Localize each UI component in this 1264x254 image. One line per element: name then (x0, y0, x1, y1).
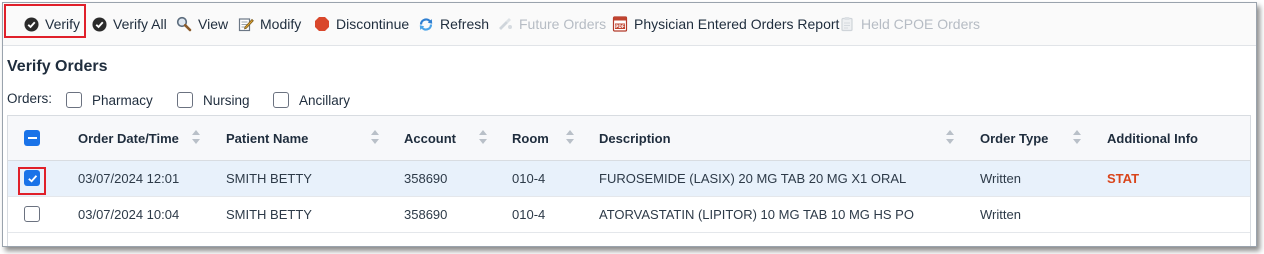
sort-icon[interactable] (192, 130, 200, 144)
table-header: Order Date/Time Patient Name Account Roo… (8, 116, 1250, 161)
sort-icon[interactable] (1073, 130, 1081, 144)
verify-all-label: Verify All (113, 16, 167, 32)
account-cell: 358690 (404, 171, 448, 186)
toolbar: Verify Verify All View Modify Discontinu (3, 3, 1256, 46)
select-all-checkbox[interactable] (24, 130, 40, 146)
edit-note-icon (238, 16, 254, 32)
column-additional-info[interactable]: Additional Info (1107, 116, 1198, 160)
filter-pharmacy[interactable]: Pharmacy (66, 89, 153, 111)
verify-orders-window: Verify Verify All View Modify Discontinu (2, 2, 1257, 247)
verify-all-button[interactable]: Verify All (91, 3, 167, 45)
stop-octagon-icon (314, 16, 330, 32)
column-order-type[interactable]: Order Type (980, 116, 1048, 160)
order-date-cell: 03/07/2024 10:04 (78, 207, 180, 222)
filter-ancillary[interactable]: Ancillary (273, 89, 350, 111)
check-circle-icon (23, 16, 39, 32)
column-order-date-label: Order Date/Time (78, 130, 179, 146)
held-orders-icon (839, 16, 855, 32)
column-patient-name-label: Patient Name (226, 130, 309, 146)
physician-orders-report-label: Physician Entered Orders Report (634, 16, 840, 32)
nursing-label: Nursing (203, 92, 250, 108)
column-room-label: Room (512, 130, 549, 146)
patient-name-cell: SMITH BETTY (226, 207, 312, 222)
column-additional-info-label: Additional Info (1107, 130, 1198, 146)
verify-label: Verify (45, 16, 81, 32)
sort-icon[interactable] (946, 130, 954, 144)
description-cell: ATORVASTATIN (LIPITOR) 10 MG TAB 10 MG H… (599, 207, 914, 222)
view-button[interactable]: View (176, 3, 228, 45)
future-orders-button[interactable]: Future Orders (497, 3, 606, 45)
magnifier-icon (176, 16, 192, 32)
column-account[interactable]: Account (404, 116, 456, 160)
table-row[interactable]: 03/07/2024 10:04 SMITH BETTY 358690 010-… (8, 197, 1250, 233)
future-orders-icon (497, 16, 513, 32)
column-order-date[interactable]: Order Date/Time (78, 116, 179, 160)
page-title: Verify Orders (7, 58, 108, 75)
held-cpoe-orders-button[interactable]: Held CPOE Orders (839, 3, 980, 45)
held-cpoe-orders-label: Held CPOE Orders (861, 16, 981, 32)
room-cell: 010-4 (512, 207, 546, 222)
pdf-report-icon: PDF (612, 16, 628, 32)
modify-button[interactable]: Modify (238, 3, 301, 45)
nursing-checkbox[interactable] (177, 92, 193, 108)
physician-orders-report-button[interactable]: PDF Physician Entered Orders Report (612, 3, 839, 45)
sort-icon[interactable] (371, 130, 379, 144)
svg-text:PDF: PDF (615, 24, 625, 29)
description-cell: FUROSEMIDE (LASIX) 20 MG TAB 20 MG X1 OR… (599, 171, 907, 186)
row-checkbox[interactable] (24, 206, 40, 222)
ancillary-checkbox[interactable] (273, 92, 289, 108)
filter-nursing[interactable]: Nursing (177, 89, 250, 111)
sort-icon[interactable] (566, 130, 574, 144)
ancillary-label: Ancillary (299, 92, 351, 108)
column-order-type-label: Order Type (980, 130, 1049, 146)
discontinue-button[interactable]: Discontinue (314, 3, 409, 45)
order-date-cell: 03/07/2024 12:01 (78, 171, 180, 186)
column-room[interactable]: Room (512, 116, 549, 160)
orders-table: Order Date/Time Patient Name Account Roo… (7, 115, 1251, 246)
refresh-button[interactable]: Refresh (418, 3, 489, 45)
additional-info-cell: STAT (1107, 171, 1140, 186)
row-checkbox-highlight (18, 167, 46, 195)
account-cell: 358690 (404, 207, 448, 222)
order-type-cell: Written (980, 171, 1021, 186)
view-label: View (198, 16, 229, 32)
column-patient-name[interactable]: Patient Name (226, 116, 308, 160)
sort-icon[interactable] (479, 130, 487, 144)
table-row[interactable]: 03/07/2024 12:01 SMITH BETTY 358690 010-… (8, 161, 1250, 197)
refresh-label: Refresh (440, 16, 490, 32)
pharmacy-label: Pharmacy (92, 92, 153, 108)
order-type-cell: Written (980, 207, 1021, 222)
column-description-label: Description (599, 130, 671, 146)
orders-filter-label: Orders: (7, 91, 53, 106)
modify-label: Modify (260, 16, 302, 32)
refresh-icon (418, 16, 434, 32)
column-description[interactable]: Description (599, 116, 671, 160)
future-orders-label: Future Orders (519, 16, 607, 32)
room-cell: 010-4 (512, 171, 546, 186)
pharmacy-checkbox[interactable] (66, 92, 82, 108)
column-account-label: Account (404, 130, 456, 146)
verify-button[interactable]: Verify (23, 3, 80, 45)
patient-name-cell: SMITH BETTY (226, 171, 312, 186)
discontinue-label: Discontinue (336, 16, 410, 32)
check-circle-icon (91, 16, 107, 32)
